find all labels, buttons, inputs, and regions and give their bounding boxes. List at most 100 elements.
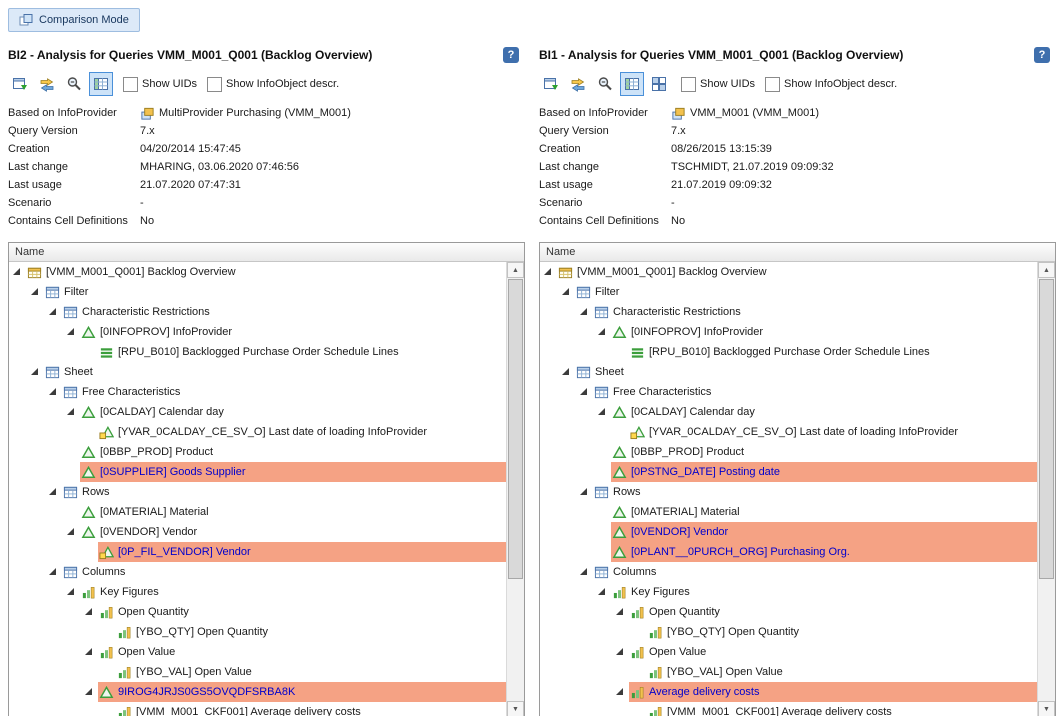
tree-row[interactable]: Open Quantity	[9, 602, 507, 622]
grid-view-icon[interactable]	[647, 72, 671, 96]
tree-row[interactable]: Rows	[9, 482, 507, 502]
expander-icon[interactable]	[616, 608, 623, 615]
help-icon[interactable]: ?	[1034, 47, 1050, 63]
expander-icon[interactable]	[598, 408, 605, 415]
scrollbar-thumb[interactable]	[508, 279, 523, 579]
expander-icon[interactable]	[598, 328, 605, 335]
expander-icon[interactable]	[616, 648, 623, 655]
technical-view-icon[interactable]	[620, 72, 644, 96]
show-uids-checkbox[interactable]	[681, 77, 696, 92]
help-icon[interactable]: ?	[503, 47, 519, 63]
transfer-icon[interactable]	[566, 72, 590, 96]
tree-row[interactable]: Open Value	[540, 642, 1038, 662]
tree-row[interactable]: [0SUPPLIER] Goods Supplier	[9, 462, 507, 482]
expander-icon[interactable]	[580, 388, 587, 395]
expander-icon[interactable]	[67, 328, 74, 335]
scroll-up-icon[interactable]	[1038, 262, 1055, 278]
tree-row[interactable]: Filter	[9, 282, 507, 302]
tree-row[interactable]: [VMM_M001_Q001] Backlog Overview	[540, 262, 1038, 282]
scroll-down-icon[interactable]	[507, 701, 524, 716]
search-icon[interactable]	[593, 72, 617, 96]
tree-row[interactable]: [0PLANT__0PURCH_ORG] Purchasing Org.	[540, 542, 1038, 562]
display-icon[interactable]	[8, 72, 32, 96]
expander-icon[interactable]	[49, 488, 56, 495]
tree-row[interactable]: [0VENDOR] Vendor	[9, 522, 507, 542]
tree-row[interactable]: Average delivery costs	[540, 682, 1038, 702]
expander-icon[interactable]	[562, 368, 569, 375]
tree-row[interactable]: Columns	[9, 562, 507, 582]
tree-row[interactable]: Characteristic Restrictions	[540, 302, 1038, 322]
display-icon[interactable]	[539, 72, 563, 96]
tree-row[interactable]: [VMM_M001_Q001] Backlog Overview	[9, 262, 507, 282]
vertical-scrollbar[interactable]	[1037, 262, 1055, 716]
tree-row[interactable]: [0INFOPROV] InfoProvider	[540, 322, 1038, 342]
tree-row[interactable]: [YBO_QTY] Open Quantity	[540, 622, 1038, 642]
tree-row[interactable]: [0BBP_PROD] Product	[9, 442, 507, 462]
tree-row[interactable]: [0PSTNG_DATE] Posting date	[540, 462, 1038, 482]
vertical-scrollbar[interactable]	[506, 262, 524, 716]
tree-row[interactable]: [YBO_VAL] Open Value	[9, 662, 507, 682]
tree-row[interactable]: Filter	[540, 282, 1038, 302]
search-icon[interactable]	[62, 72, 86, 96]
transfer-icon[interactable]	[35, 72, 59, 96]
tree-row[interactable]: [0MATERIAL] Material	[540, 502, 1038, 522]
tree-node-label: [YBO_QTY] Open Quantity	[667, 626, 799, 638]
tree-row[interactable]: Key Figures	[540, 582, 1038, 602]
tree-row[interactable]: Open Quantity	[540, 602, 1038, 622]
expander-icon[interactable]	[67, 528, 74, 535]
scroll-up-icon[interactable]	[507, 262, 524, 278]
tree-row[interactable]: [VMM_M001_CKF001] Average delivery costs	[540, 702, 1038, 716]
expander-icon[interactable]	[544, 268, 551, 275]
tree-row[interactable]: Rows	[540, 482, 1038, 502]
expander-icon[interactable]	[616, 688, 623, 695]
show-infoobject-descr-checkbox[interactable]	[765, 77, 780, 92]
expander-icon[interactable]	[598, 588, 605, 595]
show-uids-checkbox[interactable]	[123, 77, 138, 92]
comparison-mode-button[interactable]: Comparison Mode	[8, 8, 140, 32]
tree-row[interactable]: [YVAR_0CALDAY_CE_SV_O] Last date of load…	[540, 422, 1038, 442]
tree-row[interactable]: [0BBP_PROD] Product	[540, 442, 1038, 462]
expander-icon[interactable]	[31, 288, 38, 295]
tree-header: Name	[9, 243, 524, 262]
technical-view-icon[interactable]	[89, 72, 113, 96]
expander-icon[interactable]	[580, 308, 587, 315]
char-icon	[99, 685, 114, 700]
tree-row[interactable]: Free Characteristics	[9, 382, 507, 402]
expander-icon[interactable]	[85, 688, 92, 695]
expander-icon[interactable]	[49, 568, 56, 575]
tree-row[interactable]: [0P_FIL_VENDOR] Vendor	[9, 542, 507, 562]
tree-row[interactable]: [0VENDOR] Vendor	[540, 522, 1038, 542]
tree-row[interactable]: [YVAR_0CALDAY_CE_SV_O] Last date of load…	[9, 422, 507, 442]
scroll-down-icon[interactable]	[1038, 701, 1055, 716]
tree-row[interactable]: Characteristic Restrictions	[9, 302, 507, 322]
tree-row[interactable]: [RPU_B010] Backlogged Purchase Order Sch…	[540, 342, 1038, 362]
expander-icon[interactable]	[13, 268, 20, 275]
tree-row[interactable]: Key Figures	[9, 582, 507, 602]
tree-row[interactable]: [0INFOPROV] InfoProvider	[9, 322, 507, 342]
expander-icon[interactable]	[85, 608, 92, 615]
scrollbar-thumb[interactable]	[1039, 279, 1054, 579]
show-infoobject-descr-checkbox[interactable]	[207, 77, 222, 92]
tree-row[interactable]: 9IROG4JRJS0GS5OVQDFSRBA8K	[9, 682, 507, 702]
expander-icon[interactable]	[49, 308, 56, 315]
tree-row[interactable]: Sheet	[9, 362, 507, 382]
expander-icon[interactable]	[85, 648, 92, 655]
expander-icon[interactable]	[580, 568, 587, 575]
tree-row[interactable]: Open Value	[9, 642, 507, 662]
tree-row[interactable]: [VMM_M001_CKF001] Average delivery costs	[9, 702, 507, 716]
expander-icon[interactable]	[580, 488, 587, 495]
tree-row[interactable]: [0CALDAY] Calendar day	[540, 402, 1038, 422]
tree-row[interactable]: Columns	[540, 562, 1038, 582]
expander-icon[interactable]	[31, 368, 38, 375]
tree-row[interactable]: [YBO_VAL] Open Value	[540, 662, 1038, 682]
tree-row[interactable]: Free Characteristics	[540, 382, 1038, 402]
tree-row[interactable]: [RPU_B010] Backlogged Purchase Order Sch…	[9, 342, 507, 362]
tree-row[interactable]: [YBO_QTY] Open Quantity	[9, 622, 507, 642]
expander-icon[interactable]	[67, 588, 74, 595]
expander-icon[interactable]	[562, 288, 569, 295]
expander-icon[interactable]	[49, 388, 56, 395]
tree-row[interactable]: [0CALDAY] Calendar day	[9, 402, 507, 422]
expander-icon[interactable]	[67, 408, 74, 415]
tree-row[interactable]: [0MATERIAL] Material	[9, 502, 507, 522]
tree-row[interactable]: Sheet	[540, 362, 1038, 382]
